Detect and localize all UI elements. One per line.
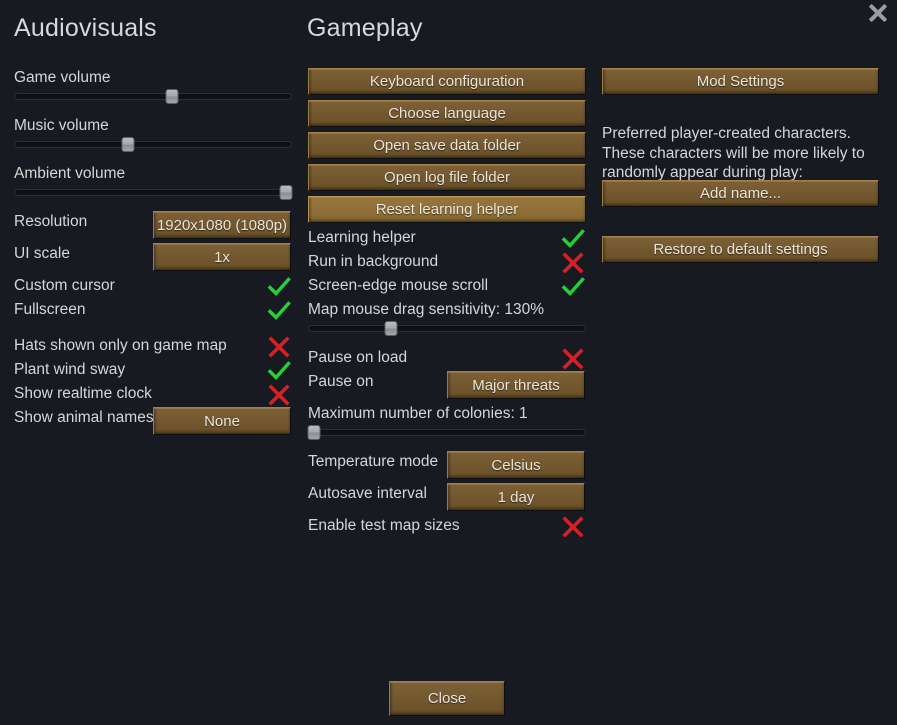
toggle-show-realtime-clock[interactable] — [266, 382, 292, 408]
label-ambient-volume: Ambient volume — [14, 165, 126, 182]
label-game-volume: Game volume — [14, 69, 111, 86]
label-run-in-background: Run in background — [308, 253, 439, 270]
mod-settings-button[interactable]: Mod Settings — [602, 68, 879, 95]
label-custom-cursor: Custom cursor — [14, 277, 115, 294]
page-title-audiovisuals: Audiovisuals — [14, 14, 157, 42]
label-drag-sensitivity: Map mouse drag sensitivity: 130% — [308, 301, 545, 318]
toggle-screen-edge-mouse-scroll[interactable] — [560, 274, 586, 300]
slider-handle[interactable] — [121, 137, 135, 152]
toggle-run-in-background[interactable] — [560, 250, 586, 276]
add-name-button[interactable]: Add name... — [602, 180, 879, 207]
close-x-icon[interactable] — [861, 0, 895, 30]
reset-learning-helper-button[interactable]: Reset learning helper — [308, 196, 586, 223]
slider-drag-sensitivity[interactable] — [308, 321, 586, 336]
open-save-data-folder-button[interactable]: Open save data folder — [308, 132, 586, 159]
pause-on-dropdown[interactable]: Major threats — [447, 371, 585, 399]
slider-track — [308, 325, 586, 332]
label-show-animal-names: Show animal names — [14, 409, 154, 426]
label-temperature-mode: Temperature mode — [308, 453, 439, 470]
slider-track — [14, 141, 292, 148]
temperature-mode-dropdown[interactable]: Celsius — [447, 451, 585, 479]
choose-language-button[interactable]: Choose language — [308, 100, 586, 127]
label-ui-scale: UI scale — [14, 245, 70, 262]
label-resolution: Resolution — [14, 213, 88, 230]
label-enable-test-map-sizes: Enable test map sizes — [308, 517, 460, 534]
close-button[interactable]: Close — [389, 681, 505, 716]
slider-track — [308, 429, 586, 436]
slider-max-colonies[interactable] — [307, 425, 586, 440]
toggle-learning-helper[interactable] — [560, 226, 586, 252]
label-pause-on: Pause on — [308, 373, 374, 390]
label-pause-on-load: Pause on load — [308, 349, 408, 366]
label-learning-helper: Learning helper — [308, 229, 416, 246]
slider-track — [14, 93, 292, 100]
slider-track — [14, 189, 292, 196]
slider-handle[interactable] — [307, 425, 321, 440]
toggle-fullscreen[interactable] — [266, 298, 292, 324]
options-dialog: Audiovisuals Game volume Music volume Am… — [0, 0, 897, 725]
slider-handle[interactable] — [279, 185, 293, 200]
toggle-enable-test-map-sizes[interactable] — [560, 514, 586, 540]
label-max-colonies: Maximum number of colonies: 1 — [308, 405, 528, 422]
slider-game-volume[interactable] — [14, 89, 292, 104]
keyboard-configuration-button[interactable]: Keyboard configuration — [308, 68, 586, 95]
label-show-realtime-clock: Show realtime clock — [14, 385, 152, 402]
slider-music-volume[interactable] — [14, 137, 292, 152]
animal-names-dropdown[interactable]: None — [153, 407, 291, 435]
restore-default-settings-button[interactable]: Restore to default settings — [602, 236, 879, 263]
toggle-plant-wind-sway[interactable] — [266, 358, 292, 384]
preferred-characters-description: Preferred player-created characters. The… — [602, 125, 865, 181]
autosave-interval-dropdown[interactable]: 1 day — [447, 483, 585, 511]
toggle-hats-on-game-map[interactable] — [266, 334, 292, 360]
page-title-gameplay: Gameplay — [307, 14, 423, 42]
label-autosave-interval: Autosave interval — [308, 485, 427, 502]
label-plant-wind-sway: Plant wind sway — [14, 361, 126, 378]
label-screen-edge-mouse-scroll: Screen-edge mouse scroll — [308, 277, 489, 294]
toggle-custom-cursor[interactable] — [266, 274, 292, 300]
slider-ambient-volume[interactable] — [14, 185, 293, 200]
slider-handle[interactable] — [384, 321, 398, 336]
open-log-file-folder-button[interactable]: Open log file folder — [308, 164, 586, 191]
label-fullscreen: Fullscreen — [14, 301, 86, 318]
ui-scale-dropdown[interactable]: 1x — [153, 243, 291, 271]
label-hats-on-game-map: Hats shown only on game map — [14, 337, 227, 354]
label-music-volume: Music volume — [14, 117, 109, 134]
toggle-pause-on-load[interactable] — [560, 346, 586, 372]
resolution-dropdown[interactable]: 1920x1080 (1080p) — [153, 211, 291, 239]
slider-handle[interactable] — [165, 89, 179, 104]
